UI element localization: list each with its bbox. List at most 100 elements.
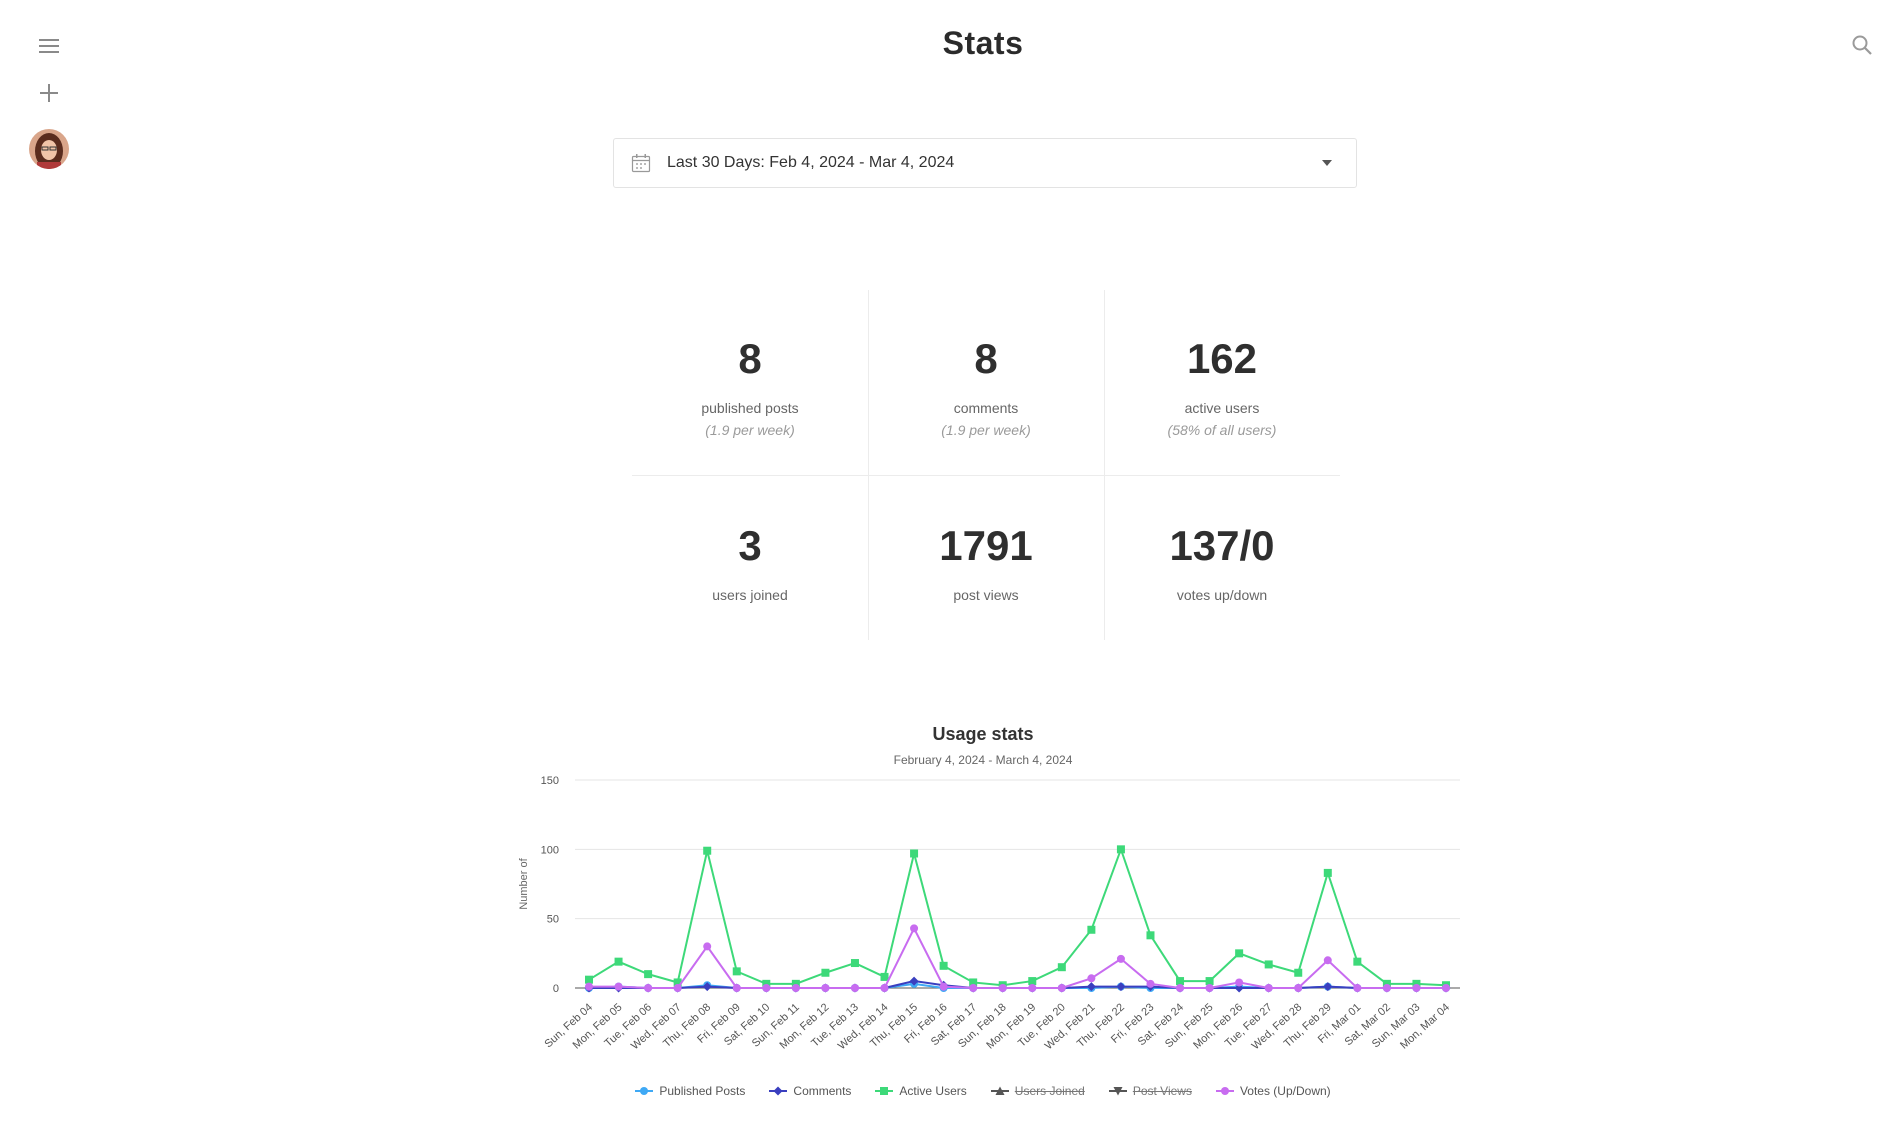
data-point bbox=[1264, 984, 1273, 992]
legend-item[interactable]: Post Views bbox=[1108, 1084, 1192, 1098]
stat-label: votes up/down bbox=[1176, 587, 1268, 603]
data-point bbox=[1028, 977, 1037, 986]
data-point bbox=[614, 982, 623, 991]
data-point bbox=[939, 982, 948, 991]
data-point bbox=[1146, 979, 1155, 988]
data-point bbox=[1294, 984, 1303, 992]
stat-label: comments bbox=[953, 400, 1019, 416]
data-point bbox=[1176, 977, 1185, 986]
data-point bbox=[762, 984, 771, 992]
series-line bbox=[588, 846, 1447, 987]
data-point bbox=[1146, 931, 1155, 940]
page-title: Stats bbox=[942, 25, 1024, 61]
data-point bbox=[673, 984, 682, 992]
data-point bbox=[1442, 984, 1450, 992]
legend-swatch-icon bbox=[875, 1087, 894, 1095]
legend-item[interactable]: Votes (Up/Down) bbox=[1215, 1084, 1331, 1098]
stat-published-posts: 8 published posts (1.9 per week) bbox=[632, 335, 868, 439]
data-point bbox=[732, 967, 741, 976]
data-point bbox=[998, 984, 1007, 992]
stat-label: post views bbox=[953, 587, 1019, 603]
data-point bbox=[585, 975, 593, 984]
data-point bbox=[732, 984, 741, 992]
legend-swatch-icon bbox=[1215, 1087, 1234, 1095]
data-point bbox=[1205, 984, 1214, 992]
legend-item[interactable]: Active Users bbox=[875, 1084, 967, 1098]
data-point bbox=[644, 970, 653, 979]
data-point bbox=[703, 942, 712, 951]
data-point bbox=[821, 984, 830, 992]
legend-label: Votes (Up/Down) bbox=[1239, 1084, 1331, 1098]
data-point bbox=[821, 968, 830, 977]
data-point bbox=[1264, 960, 1273, 969]
data-point bbox=[910, 849, 919, 858]
chart-legend: Published Posts Comments Active Users Users… bbox=[0, 1084, 1900, 1098]
stat-label: published posts bbox=[701, 400, 799, 416]
legend-item[interactable]: Comments bbox=[769, 1084, 851, 1098]
data-point bbox=[1116, 982, 1126, 992]
legend-label: Users Joined bbox=[1014, 1084, 1085, 1098]
data-point bbox=[1235, 978, 1244, 987]
legend-swatch-icon bbox=[769, 1086, 788, 1096]
data-point bbox=[1057, 984, 1066, 992]
chart-subtitle: February 4, 2024 - March 4, 2024 bbox=[893, 753, 1073, 767]
stat-sub: (1.9 per week) bbox=[941, 422, 1031, 438]
legend-label: Post Views bbox=[1132, 1084, 1192, 1098]
stat-value: 162 bbox=[1186, 335, 1258, 382]
data-point bbox=[1323, 868, 1332, 877]
stat-sub: (1.9 per week) bbox=[705, 422, 795, 438]
y-tick-label: 50 bbox=[547, 914, 559, 926]
date-range-label: Last 30 Days: Feb 4, 2024 - Mar 4, 2024 bbox=[667, 154, 955, 171]
series-line bbox=[589, 980, 1446, 989]
stat-sub: (58% of all users) bbox=[1167, 422, 1277, 438]
legend-item[interactable]: Users Joined bbox=[990, 1084, 1085, 1098]
chevron-down-icon bbox=[1322, 160, 1332, 166]
data-point bbox=[1323, 956, 1332, 965]
data-point bbox=[969, 984, 978, 992]
legend-item[interactable]: Published Posts bbox=[635, 1084, 745, 1098]
plus-icon[interactable] bbox=[38, 82, 60, 104]
series-line bbox=[589, 926, 1446, 989]
stat-value: 8 bbox=[738, 335, 762, 382]
calendar-icon bbox=[631, 153, 651, 173]
stat-active-users: 162 active users (58% of all users) bbox=[1104, 335, 1340, 439]
legend-label: Comments bbox=[793, 1084, 852, 1098]
data-point bbox=[644, 984, 653, 992]
data-point bbox=[1235, 949, 1244, 958]
data-point bbox=[1116, 845, 1125, 854]
data-point bbox=[850, 984, 859, 992]
legend-label: Active Users bbox=[899, 1084, 967, 1098]
data-point bbox=[880, 984, 889, 992]
data-point bbox=[910, 924, 919, 933]
data-point bbox=[703, 846, 712, 855]
stat-post-views: 1791 post views bbox=[868, 525, 1104, 604]
data-point bbox=[1087, 974, 1096, 983]
data-point bbox=[1057, 963, 1066, 972]
data-point bbox=[1028, 984, 1037, 992]
date-range-select[interactable]: Last 30 Days: Feb 4, 2024 - Mar 4, 2024 bbox=[613, 138, 1357, 188]
data-point bbox=[614, 957, 623, 966]
legend-swatch-icon bbox=[990, 1086, 1009, 1095]
data-point bbox=[1412, 984, 1421, 992]
data-point bbox=[1294, 968, 1303, 977]
data-point bbox=[1087, 925, 1096, 934]
stat-label: users joined bbox=[712, 587, 788, 603]
data-point bbox=[1323, 982, 1333, 992]
stat-comments: 8 comments (1.9 per week) bbox=[868, 335, 1104, 439]
data-point bbox=[1353, 984, 1362, 992]
data-point bbox=[850, 959, 859, 968]
data-point bbox=[1382, 984, 1391, 992]
legend-swatch-icon bbox=[1108, 1087, 1127, 1096]
stat-value: 3 bbox=[738, 522, 762, 569]
y-tick-label: 0 bbox=[553, 983, 559, 995]
chart-title: Usage stats bbox=[932, 724, 1034, 744]
stat-votes: 137/0 votes up/down bbox=[1104, 522, 1340, 604]
stat-value: 8 bbox=[974, 335, 998, 382]
avatar[interactable] bbox=[29, 129, 69, 169]
data-point bbox=[791, 984, 800, 992]
y-tick-label: 150 bbox=[541, 775, 559, 787]
stats-grid: 8 published posts (1.9 per week) 8 comme… bbox=[632, 290, 1340, 640]
data-point bbox=[880, 972, 889, 981]
stat-label: active users bbox=[1184, 400, 1260, 416]
stat-value: 137/0 bbox=[1169, 522, 1275, 569]
